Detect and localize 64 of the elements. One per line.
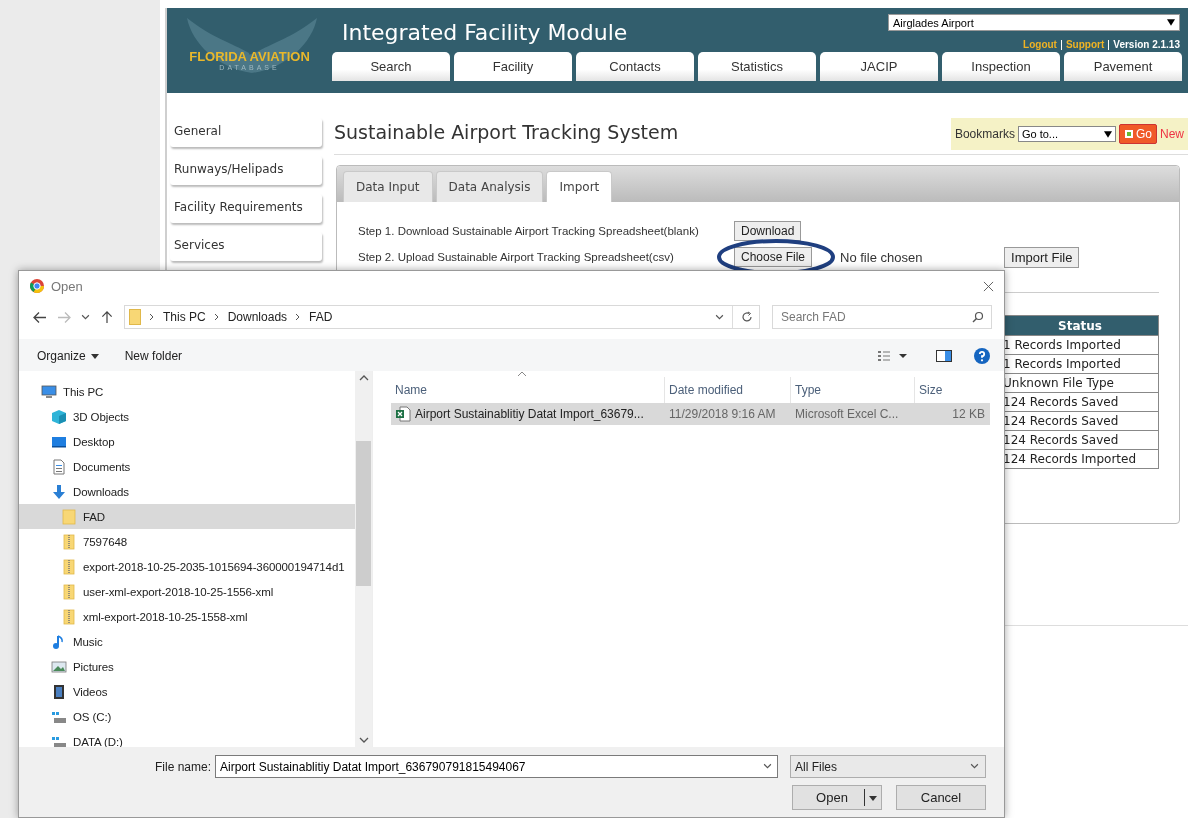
table-cell-text: 11/29/2018 9:16 AM: [668, 407, 777, 421]
sub-tab[interactable]: Data Input: [343, 171, 433, 202]
logo-title: FLORIDA AVIATION: [189, 49, 310, 64]
new-folder-button[interactable]: New folder: [118, 345, 189, 367]
column-header[interactable]: Size: [915, 377, 989, 403]
organize-button[interactable]: Organize: [31, 345, 105, 367]
header-link[interactable]: Support: [1065, 39, 1105, 50]
tree-item[interactable]: Pictures: [19, 654, 355, 679]
nav-tab[interactable]: Pavement: [1064, 52, 1182, 81]
tree-item[interactable]: xml-export-2018-10-25-1558-xml: [19, 604, 355, 629]
step-text: Step 1. Download Sustainable Airport Tracking Spreadsheet(blank): [358, 225, 700, 237]
table-cell-text: Microsoft Excel C...: [794, 407, 900, 421]
search-field[interactable]: Search FAD: [772, 305, 992, 329]
sidebar-item[interactable]: Services: [170, 232, 322, 261]
file-status-text: No file chosen: [840, 249, 924, 265]
dialog-title: Open: [51, 278, 83, 294]
tree-item[interactable]: export-2018-10-25-2035-1015694-360000194714d1: [19, 554, 355, 579]
header-link[interactable]: Logout: [1023, 39, 1057, 50]
sidebar-item[interactable]: Facility Requirements: [170, 194, 322, 223]
tree-item[interactable]: user-xml-export-2018-10-25-1556-xml: [19, 579, 355, 604]
tree-item[interactable]: Music: [19, 629, 355, 654]
bookmarks-label: Bookmarks: [954, 127, 1015, 141]
nav-tab[interactable]: Search: [332, 52, 450, 81]
app-title: Integrated Facility Module: [341, 19, 628, 47]
tree-item[interactable]: Videos: [19, 679, 355, 704]
table-cell-text: 12 KB: [951, 407, 986, 421]
sub-tab[interactable]: Import: [546, 171, 613, 202]
file-row[interactable]: Airport Sustainablitiy Datat Import_63679... 11/29/2018 9:16 AM Microsoft Excel C... 12 KB: [391, 403, 990, 425]
version-text: Version 2.1.13: [1113, 39, 1180, 50]
tree-item[interactable]: FAD: [19, 504, 355, 529]
download-button[interactable]: Download: [734, 221, 802, 241]
file-name-label: File name:: [153, 759, 211, 774]
nav-tab[interactable]: JACIP: [820, 52, 938, 81]
sidebar-item[interactable]: Runways/Helipads: [170, 156, 322, 185]
sidebar-item[interactable]: General: [170, 118, 322, 147]
sub-tab[interactable]: Data Analysis: [435, 171, 544, 202]
tree-item[interactable]: OS (C:): [19, 704, 355, 729]
tree-item[interactable]: 3D Objects: [19, 404, 355, 429]
step-text: Step 2. Upload Sustainable Airport Tracking Spreadsheet(csv): [358, 251, 675, 263]
cancel-button[interactable]: Cancel: [896, 785, 986, 810]
import-file-button[interactable]: Import File: [1004, 246, 1080, 268]
tree-item[interactable]: This PC: [19, 379, 355, 404]
tree-item[interactable]: 7597648: [19, 529, 355, 554]
nav-tab[interactable]: Inspection: [942, 52, 1060, 81]
nav-tab[interactable]: Contacts: [576, 52, 694, 81]
file-type-select[interactable]: All Files: [790, 755, 986, 778]
open-button[interactable]: Open: [792, 785, 882, 810]
choose-file-button[interactable]: Choose File: [734, 247, 813, 267]
tree-item[interactable]: Downloads: [19, 479, 355, 504]
address-bar[interactable]: This PC Downloads FAD: [124, 305, 760, 329]
new-link[interactable]: New: [1160, 127, 1184, 141]
breadcrumb-item[interactable]: Downloads: [227, 310, 288, 324]
bookmarks-select[interactable]: Go to...: [1017, 126, 1116, 142]
tree-item[interactable]: Documents: [19, 454, 355, 479]
breadcrumb-item[interactable]: FAD: [309, 310, 333, 324]
nav-tab[interactable]: Facility: [454, 52, 572, 81]
nav-tab[interactable]: Statistics: [698, 52, 816, 81]
file-name: Airport Sustainablitiy Datat Import_63679...: [415, 407, 644, 421]
file-name-field[interactable]: Airport Sustainablitiy Datat Import_636790791815494067: [215, 755, 778, 778]
airport-select[interactable]: Airglades Airport: [888, 14, 1180, 31]
tree-item[interactable]: DATA (D:): [19, 729, 355, 747]
breadcrumb-item[interactable]: This PC: [163, 310, 206, 324]
tree-item[interactable]: Desktop: [19, 429, 355, 454]
page-title: Sustainable Airport Tracking System: [334, 120, 679, 143]
